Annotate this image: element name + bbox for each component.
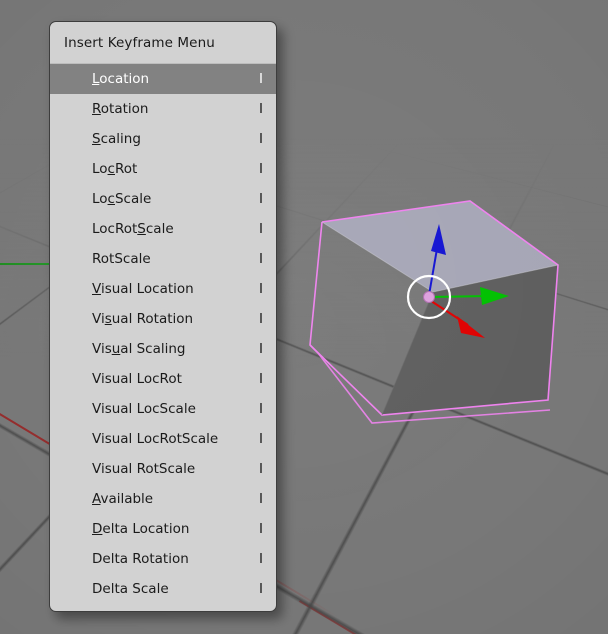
z-axis-arrow[interactable]: [431, 224, 446, 255]
menu-item-visual-locrotscale[interactable]: Visual LocRotScale I: [50, 424, 276, 454]
menu-item-label: Scaling: [92, 131, 141, 147]
menu-item-label: Delta Rotation: [92, 551, 189, 567]
menu-item-shortcut: I: [259, 191, 263, 207]
menu-item-scaling[interactable]: Scaling I: [50, 124, 276, 154]
menu-item-visual-rotation[interactable]: Visual Rotation I: [50, 304, 276, 334]
menu-item-shortcut: I: [259, 401, 263, 417]
menu-item-visual-scaling[interactable]: Visual Scaling I: [50, 334, 276, 364]
menu-item-label: Available: [92, 491, 154, 507]
menu-item-delta-scale[interactable]: Delta Scale I: [50, 574, 276, 604]
menu-item-visual-location[interactable]: Visual Location I: [50, 274, 276, 304]
menu-item-shortcut: I: [259, 251, 263, 267]
menu-item-shortcut: I: [259, 161, 263, 177]
menu-item-rotscale[interactable]: RotScale I: [50, 244, 276, 274]
menu-item-shortcut: I: [259, 521, 263, 537]
y-axis-arrow-shaft[interactable]: [428, 295, 491, 298]
menu-item-label: Visual Scaling: [92, 341, 186, 357]
menu-item-label: Visual Location: [92, 281, 194, 297]
menu-item-shortcut: I: [259, 551, 263, 567]
menu-title: Insert Keyframe Menu: [50, 22, 276, 64]
menu-item-label: Visual Rotation: [92, 311, 194, 327]
menu-item-shortcut: I: [259, 341, 263, 357]
menu-item-label: Visual RotScale: [92, 461, 196, 477]
menu-item-shortcut: I: [259, 101, 263, 117]
menu-item-label: Delta Scale: [92, 581, 169, 597]
menu-item-label: Visual LocRotScale: [92, 431, 219, 447]
menu-item-shortcut: I: [259, 491, 263, 507]
menu-item-visual-locrot[interactable]: Visual LocRot I: [50, 364, 276, 394]
menu-item-label: Visual LocRot: [92, 371, 182, 387]
menu-item-label: LocScale: [92, 191, 152, 207]
menu-item-location[interactable]: Location I: [50, 64, 276, 94]
menu-item-shortcut: I: [259, 311, 263, 327]
menu-item-label: Location: [92, 71, 150, 87]
menu-item-label: Rotation: [92, 101, 149, 117]
menu-item-label: LocRot: [92, 161, 138, 177]
menu-item-visual-rotscale[interactable]: Visual RotScale I: [50, 454, 276, 484]
menu-item-available[interactable]: Available I: [50, 484, 276, 514]
menu-item-shortcut: I: [259, 431, 263, 447]
menu-item-locrot[interactable]: LocRot I: [50, 154, 276, 184]
menu-item-shortcut: I: [259, 131, 263, 147]
menu-item-visual-locscale[interactable]: Visual LocScale I: [50, 394, 276, 424]
menu-item-shortcut: I: [259, 221, 263, 237]
menu-item-label: Visual LocScale: [92, 401, 196, 417]
y-axis-arrow[interactable]: [480, 287, 509, 305]
insert-keyframe-menu[interactable]: Insert Keyframe Menu Location I Rotation I S…: [49, 21, 277, 612]
menu-item-label: Delta Location: [92, 521, 190, 537]
gizmo-center-dot[interactable]: [423, 291, 435, 303]
menu-item-delta-rotation[interactable]: Delta Rotation I: [50, 544, 276, 574]
move-gizmo[interactable]: [385, 215, 525, 345]
menu-item-rotation[interactable]: Rotation I: [50, 94, 276, 124]
menu-item-shortcut: I: [259, 461, 263, 477]
menu-item-shortcut: I: [259, 71, 263, 87]
menu-item-shortcut: I: [259, 281, 263, 297]
menu-item-locrotscale[interactable]: LocRotScale I: [50, 214, 276, 244]
menu-item-delta-location[interactable]: Delta Location I: [50, 514, 276, 544]
menu-item-list[interactable]: Location I Rotation I Scaling I LocRot I LocScal…: [50, 64, 276, 604]
x-axis-arrow[interactable]: [457, 316, 485, 338]
screen: Insert Keyframe Menu Location I Rotation I S…: [0, 0, 608, 634]
menu-item-label: LocRotScale: [92, 221, 174, 237]
menu-item-shortcut: I: [259, 371, 263, 387]
menu-item-locscale[interactable]: LocScale I: [50, 184, 276, 214]
menu-item-label: RotScale: [92, 251, 151, 267]
menu-item-shortcut: I: [259, 581, 263, 597]
